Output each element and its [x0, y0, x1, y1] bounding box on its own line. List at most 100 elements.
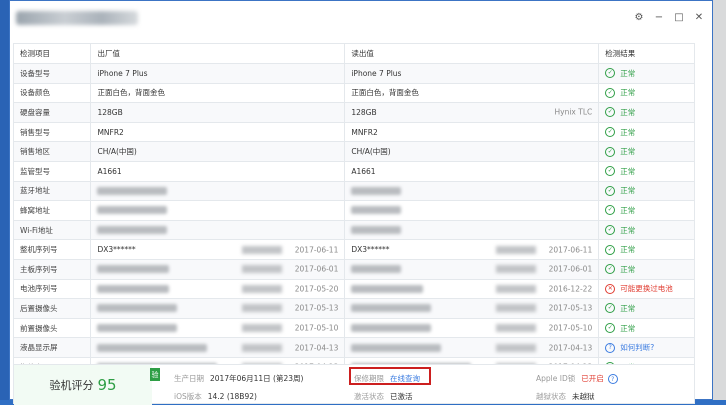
factory-value: iPhone 7 Plus [97, 68, 148, 78]
result-cell[interactable]: ? 如何判断? [598, 337, 695, 358]
apple-id-value: 已开启 [581, 374, 604, 383]
read-value-cell: MNFR2 [344, 121, 600, 143]
read-value-cell: A1661 [344, 160, 600, 182]
window-title-blurred [16, 11, 138, 25]
storage-vendor: Hynix TLC [554, 107, 593, 117]
row-item-label: 设备颜色 [12, 82, 92, 104]
redacted-part-code [242, 284, 283, 293]
redacted-part-code [496, 245, 537, 254]
table-row: 前置摄像头 2017-05-10 2017-05-10 ✓ 正常 [12, 317, 695, 339]
factory-value-cell: 正面白色，背面金色 [90, 82, 346, 104]
result-cell: ✓ 正常 [598, 121, 695, 143]
result-text: 正常 [620, 147, 636, 157]
read-value-cell: 正面白色，背面金色 [344, 82, 600, 104]
factory-value-cell: 2017-04-13 [90, 337, 346, 358]
desktop-background-left [0, 0, 9, 400]
result-cell: ✓ 正常 [598, 82, 695, 104]
minimize-icon[interactable]: − [652, 10, 666, 24]
read-value-cell: 2016-12-22 [344, 278, 600, 300]
check-results-table: 检测项目 出厂值 读出值 检测结果 设备型号 iPhone 7 Plus iPhon… [12, 43, 695, 378]
close-icon[interactable]: ✕ [692, 10, 706, 24]
title-bar[interactable]: ⚙ − □ ✕ [10, 1, 712, 35]
warranty-online-query-link[interactable]: 在线查询 [390, 374, 420, 383]
check-circle-icon: ✓ [605, 127, 616, 138]
warranty: 保修期限 在线查询 [354, 373, 420, 384]
result-cell: ✓ 正常 [598, 258, 695, 280]
header-result: 检测结果 [598, 43, 695, 64]
manufacture-date: 2017-06-01 [548, 264, 593, 274]
settings-icon[interactable]: ⚙ [632, 10, 646, 24]
manufacture-date: 2017-06-11 [548, 245, 593, 255]
check-circle-icon: ✓ [605, 205, 616, 216]
redacted-value [97, 186, 168, 195]
redacted-value [97, 265, 170, 274]
check-circle-icon: ✓ [605, 323, 616, 334]
redacted-part-code [242, 324, 283, 333]
result-text: 正常 [620, 323, 636, 333]
manufacture-date: 2017-04-13 [548, 343, 593, 353]
row-item-label: 液晶显示屏 [12, 337, 92, 358]
check-circle-icon: ✓ [605, 303, 616, 314]
result-text: 正常 [620, 88, 636, 98]
redacted-part-code [496, 304, 537, 313]
desktop-background-right [713, 0, 726, 400]
read-value-cell [344, 200, 600, 221]
table-row: 主板序列号 2017-06-01 2017-06-01 ✓ 正常 [12, 258, 695, 280]
read-value: 正面白色，背面金色 [351, 88, 419, 98]
read-value-cell: CH/A(中国) [344, 141, 600, 162]
check-circle-icon: ✓ [605, 264, 616, 275]
read-value-cell [344, 219, 600, 241]
x-circle-icon: ✕ [605, 283, 616, 294]
result-cell: ✓ 正常 [598, 102, 695, 123]
jailbreak-status: 越狱状态 未越狱 [536, 391, 595, 402]
result-text: 正常 [620, 68, 636, 78]
row-item-label: 后置摄像头 [12, 298, 92, 319]
redacted-value [97, 226, 168, 235]
table-row: 硬盘容量 128GB 128GB Hynix TLC ✓ 正常 [12, 102, 695, 123]
score-label: 验机评分 [49, 379, 94, 392]
result-cell: ✓ 正常 [598, 219, 695, 241]
activation-status: 激活状态 已激活 [354, 391, 413, 402]
result-text: 正常 [620, 264, 636, 274]
header-factory-value: 出厂值 [90, 43, 346, 64]
redacted-value [351, 324, 432, 333]
factory-value-cell: DX3****** 2017-06-11 [90, 239, 346, 260]
check-circle-icon: ✓ [605, 107, 616, 118]
factory-value-cell [90, 219, 346, 241]
read-value: iPhone 7 Plus [351, 68, 402, 78]
result-text: 正常 [620, 186, 636, 196]
manufacture-date: 2017-05-20 [294, 284, 339, 294]
redacted-part-code [496, 324, 537, 333]
row-item-label: 整机序列号 [12, 239, 92, 260]
redacted-part-code [242, 304, 283, 313]
result-text: 正常 [620, 166, 636, 176]
factory-value-cell: MNFR2 [90, 121, 346, 143]
read-value: A1661 [351, 166, 376, 176]
redacted-value [97, 206, 168, 215]
factory-value-cell: iPhone 7 Plus [90, 63, 346, 84]
table-row: 蓝牙地址 ✓ 正常 [12, 180, 695, 202]
row-item-label: 设备型号 [12, 63, 92, 84]
redacted-value [351, 343, 442, 352]
result-cell: ✓ 正常 [598, 63, 695, 84]
manufacture-date: 2016-12-22 [548, 284, 593, 294]
check-circle-icon: ✓ [605, 166, 616, 177]
table-row: 液晶显示屏 2017-04-13 2017-04-13? 如何判断? [12, 337, 695, 358]
window-controls: ⚙ − □ ✕ [632, 10, 706, 24]
read-value-cell: DX3****** 2017-06-11 [344, 239, 600, 260]
manufacture-date: 2017-05-13 [294, 303, 339, 313]
production-date-value: 2017年06月11日 (第23周) [210, 374, 304, 383]
result-cell: ✓ 正常 [598, 239, 695, 260]
result-text[interactable]: 如何判断? [620, 342, 654, 353]
result-text: 正常 [620, 127, 636, 137]
read-value-cell: iPhone 7 Plus [344, 63, 600, 84]
redacted-value [351, 265, 402, 274]
question-circle-icon: ? [605, 342, 616, 353]
ios-version: iOS版本 14.2 (18B92) [174, 391, 257, 402]
maximize-icon[interactable]: □ [672, 10, 686, 24]
table-row: 后置摄像头 2017-05-13 2017-05-13 ✓ 正常 [12, 298, 695, 319]
row-item-label: 销售型号 [12, 121, 92, 143]
table-row: 设备颜色 正面白色，背面金色 正面白色，背面金色 ✓ 正常 [12, 82, 695, 104]
row-item-label: 监管型号 [12, 160, 92, 182]
help-icon[interactable]: ? [607, 374, 618, 384]
